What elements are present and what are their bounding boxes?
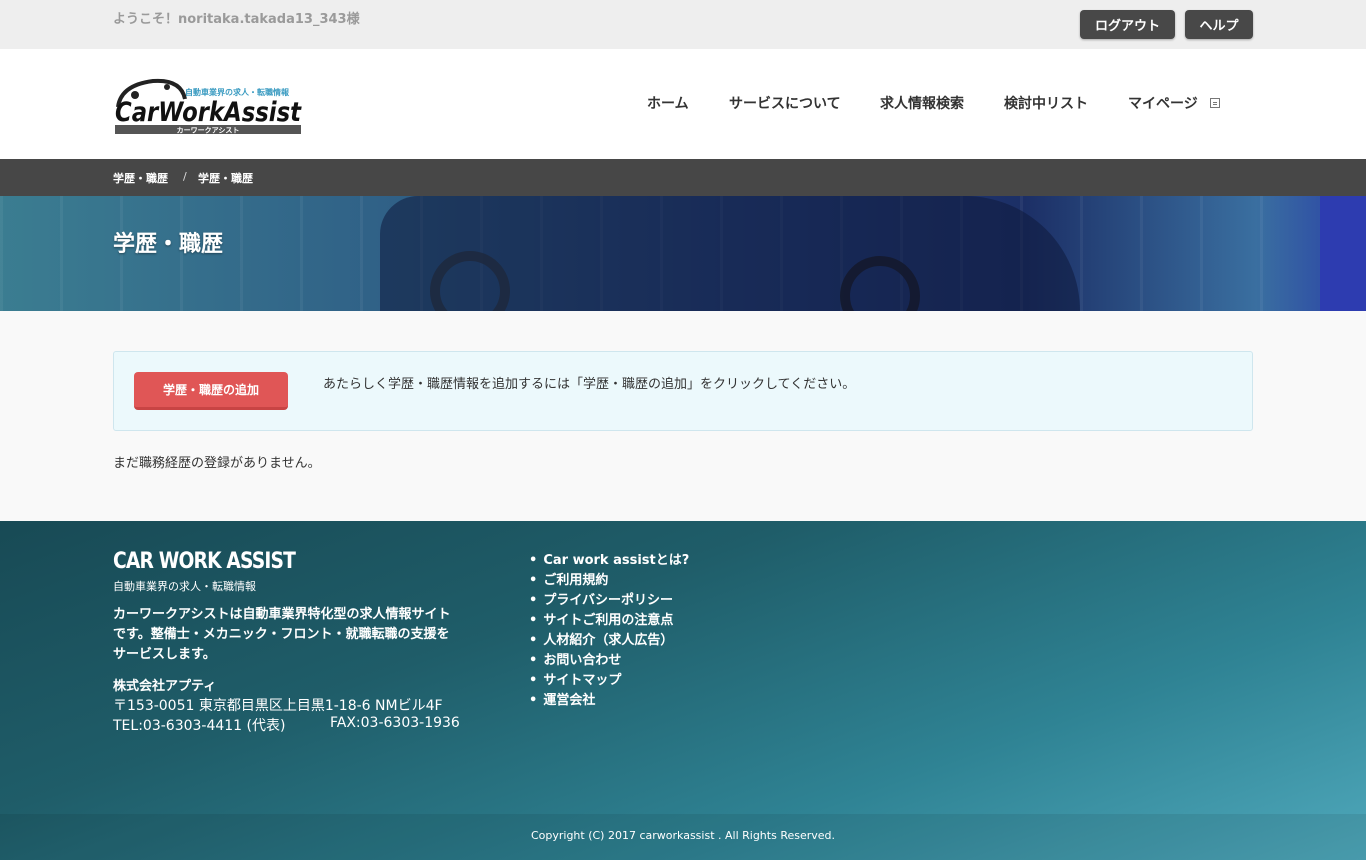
nav-mypage[interactable]: マイページ: [1128, 93, 1220, 113]
footer-company: 株式会社アプティ: [113, 679, 217, 694]
footer-link-recruitment[interactable]: 人材紹介（求人広告）: [529, 631, 689, 651]
breadcrumb: 学歴・職歴 / 学歴・職歴: [0, 159, 1366, 196]
site-footer: CAR WORK ASSIST 自動車業界の求人・転職情報 カーワークアシストは…: [0, 521, 1366, 860]
empty-history-message: まだ職務経歴の登録がありません。: [113, 456, 321, 471]
add-history-panel: 学歴・職歴の追加 あたらしく学歴・職歴情報を追加するには「学歴・職歴の追加」をク…: [113, 351, 1253, 431]
site-header: 自動車業界の求人・転職情報 CarWorkAssist カーワークアシスト ホー…: [0, 49, 1366, 159]
site-logo[interactable]: 自動車業界の求人・転職情報 CarWorkAssist カーワークアシスト: [113, 75, 303, 135]
logout-button[interactable]: ログアウト: [1080, 10, 1175, 39]
nav-service[interactable]: サービスについて: [729, 93, 841, 113]
footer-link-about[interactable]: Car work assistとは?: [529, 551, 689, 571]
copyright-text: Copyright (C) 2017 carworkassist . All R…: [530, 829, 836, 842]
nav-home[interactable]: ホーム: [647, 93, 689, 113]
page-hero: 学歴・職歴: [0, 196, 1366, 311]
add-history-button[interactable]: 学歴・職歴の追加: [134, 372, 288, 410]
footer-link-sitemap[interactable]: サイトマップ: [529, 671, 689, 691]
logo-tagline: 自動車業界の求人・転職情報: [185, 87, 290, 97]
page-title: 学歴・職歴: [113, 232, 224, 257]
logo-kana: カーワークアシスト: [177, 126, 240, 135]
nav-mypage-label: マイページ: [1128, 96, 1198, 112]
footer-link-privacy[interactable]: プライバシーポリシー: [529, 591, 689, 611]
footer-address: 〒153-0051 東京都目黒区上目黒1-18-6 NMビル4F: [113, 698, 443, 714]
footer-link-company[interactable]: 運営会社: [529, 691, 689, 711]
footer-link-notes[interactable]: サイトご利用の注意点: [529, 611, 689, 631]
hero-edge: [1320, 196, 1366, 311]
top-bar: ようこそ！noritaka.takada13_343様 ログアウト ヘルプ: [0, 0, 1366, 49]
breadcrumb-item-current: 学歴・職歴: [198, 172, 253, 185]
add-history-instructions: あたらしく学歴・職歴情報を追加するには「学歴・職歴の追加」をクリックしてください…: [323, 377, 856, 392]
footer-fax: FAX:03-6303-1936: [330, 715, 460, 731]
nav-job-search[interactable]: 求人情報検索: [880, 93, 964, 113]
footer-tel: TEL:03-6303-4411 (代表): [113, 718, 286, 734]
footer-description: カーワークアシストは自動車業界特化型の求人情報サイトです。整備士・メカニック・フ…: [113, 607, 451, 662]
footer-link-terms[interactable]: ご利用規約: [529, 571, 689, 591]
footer-brand: CAR WORK ASSIST: [113, 549, 296, 574]
footer-brand-sub: 自動車業界の求人・転職情報: [113, 580, 256, 593]
breadcrumb-item[interactable]: 学歴・職歴: [113, 170, 168, 186]
copyright-bar: Copyright (C) 2017 carworkassist . All R…: [0, 814, 1366, 860]
footer-link-contact[interactable]: お問い合わせ: [529, 651, 689, 671]
nav-consider-list[interactable]: 検討中リスト: [1004, 93, 1088, 113]
footer-links: Car work assistとは? ご利用規約 プライバシーポリシー サイトご…: [529, 551, 689, 711]
logo-wordmark: CarWorkAssist: [115, 97, 302, 128]
external-link-icon: [1209, 98, 1220, 108]
welcome-message: ようこそ！noritaka.takada13_343様: [113, 12, 360, 27]
breadcrumb-separator: /: [183, 170, 187, 183]
help-button[interactable]: ヘルプ: [1185, 10, 1253, 39]
